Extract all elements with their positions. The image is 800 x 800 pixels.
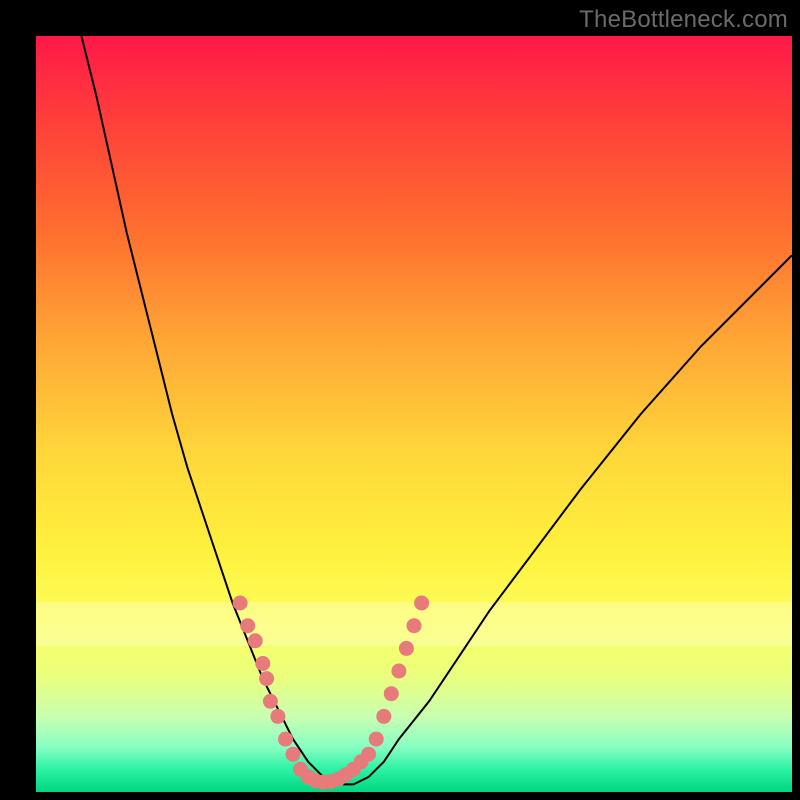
curve-marker bbox=[414, 596, 429, 611]
curve-marker bbox=[240, 618, 255, 633]
watermark-text: TheBottleneck.com bbox=[579, 6, 788, 34]
curve-marker bbox=[248, 633, 263, 648]
curve-markers bbox=[233, 596, 430, 790]
curve-marker bbox=[407, 618, 422, 633]
curve-marker bbox=[384, 686, 399, 701]
curve-marker bbox=[263, 694, 278, 709]
curve-marker bbox=[286, 747, 301, 762]
curve-marker bbox=[369, 732, 384, 747]
curve-marker bbox=[278, 732, 293, 747]
curve-marker bbox=[376, 709, 391, 724]
curve-marker bbox=[270, 709, 285, 724]
chart-svg bbox=[36, 36, 792, 792]
curve-marker bbox=[361, 747, 376, 762]
curve-marker bbox=[391, 664, 406, 679]
curve-marker bbox=[259, 671, 274, 686]
chart-plot-area bbox=[36, 36, 792, 792]
curve-marker bbox=[399, 641, 414, 656]
curve-marker bbox=[255, 656, 270, 671]
curve-marker bbox=[233, 596, 248, 611]
bottleneck-curve bbox=[81, 36, 792, 784]
